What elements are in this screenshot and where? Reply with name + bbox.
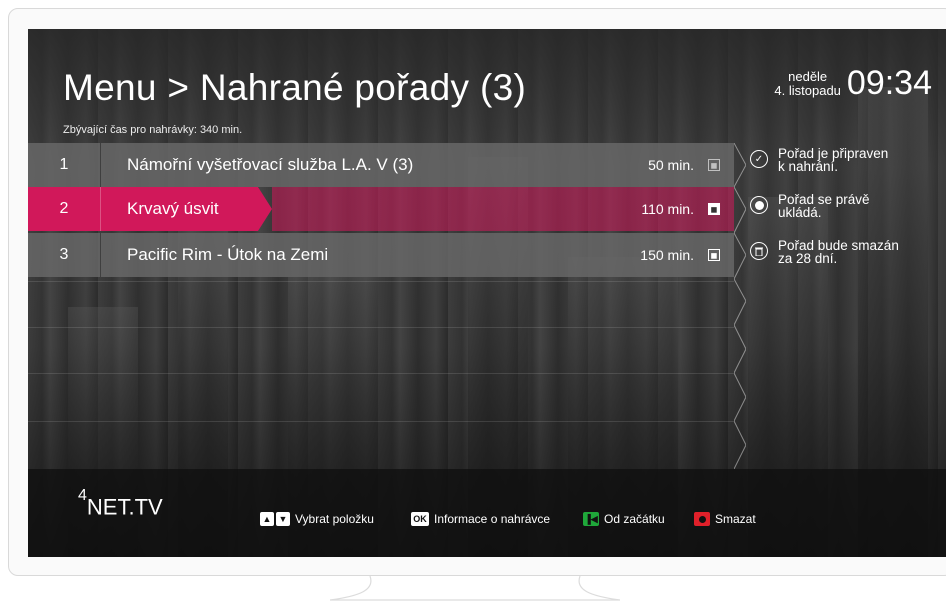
hint-delete: Smazat (694, 512, 756, 526)
record-status-icon: ◼ (708, 159, 720, 171)
record-status-icon: ◼ (708, 203, 720, 215)
row-number: 3 (59, 246, 69, 263)
divider (28, 373, 734, 374)
legend-recording: Pořad se právě ukládá. (750, 193, 946, 219)
divider (28, 421, 734, 422)
legend-delete: Pořad bude smazán za 28 dní. (750, 239, 946, 265)
row-number: 2 (59, 200, 69, 217)
hint-info: OK Informace o nahrávce (411, 512, 550, 526)
red-key-icon (694, 512, 710, 526)
hint-select: ▲ ▼ Vybrat položku (260, 512, 374, 526)
hint-start: ▐◀ Od začátku (583, 512, 665, 526)
green-key-icon: ▐◀ (583, 512, 599, 526)
recording-row-2[interactable]: 2 Krvavý úsvit 110 min. ◼ (28, 187, 734, 231)
recording-duration: 110 min. (641, 201, 694, 217)
record-status-icon: ◼ (708, 249, 720, 261)
legend-ready: ✓ Pořad je připraven k nahrání. (750, 147, 946, 173)
legend-line: ukládá. (778, 205, 822, 220)
page-title: Menu > Nahrané pořady (3) (63, 67, 527, 108)
logo: 4NET.TV (78, 487, 163, 520)
clock: 09:34 (846, 64, 932, 102)
arrow-down-icon: ▼ (276, 512, 290, 526)
logo-superscript: 4 (78, 487, 87, 504)
trash-circle-icon (750, 242, 768, 260)
recording-duration: 50 min. (648, 157, 694, 173)
ok-key-icon: OK (411, 512, 429, 526)
date-label: 4. listopadu (774, 82, 841, 98)
divider (28, 327, 734, 328)
recording-row-1[interactable]: 1 Námořní vyšetřovací služba L.A. V (3) … (28, 143, 734, 187)
legend-line: za 28 dní. (778, 251, 838, 266)
date-time: neděle 4. listopadu 09:34 (774, 64, 932, 103)
day-label: neděle (788, 68, 828, 84)
recording-title: Krvavý úsvit (127, 199, 219, 218)
hint-label: Od začátku (604, 512, 665, 526)
legend-line: k nahrání. (778, 159, 839, 174)
recording-title: Námořní vyšetřovací služba L.A. V (3) (127, 155, 414, 174)
legend-text: Pořad je připraven k nahrání. (778, 147, 888, 174)
legend-text: Pořad se právě ukládá. (778, 193, 870, 220)
hint-label: Informace o nahrávce (434, 512, 551, 526)
legend-text: Pořad bude smazán za 28 dní. (778, 239, 899, 266)
remaining-time: Zbývající čas pro nahrávky: 340 min. (63, 124, 243, 136)
date: neděle 4. listopadu (774, 68, 841, 98)
tv-screen: Menu > Nahrané pořady (3) Zbývající čas … (28, 29, 946, 557)
recording-title: Pacific Rim - Útok na Zemi (127, 245, 329, 264)
chevron-separator (734, 143, 746, 469)
recording-row-3[interactable]: 3 Pacific Rim - Útok na Zemi 150 min. ◼ (28, 233, 734, 277)
recording-duration: 150 min. (640, 247, 694, 263)
check-circle-icon: ✓ (750, 150, 768, 168)
hint-label: Smazat (715, 512, 756, 526)
record-dot-icon (750, 196, 768, 214)
tv-stand (330, 576, 620, 601)
footer-bar: 4NET.TV ▲ ▼ Vybrat položku OK Informace … (28, 469, 946, 557)
row-number: 1 (59, 156, 69, 173)
arrow-up-icon: ▲ (260, 512, 274, 526)
logo-text: NET.TV (86, 494, 163, 520)
divider (28, 281, 734, 282)
hint-label: Vybrat položku (295, 512, 374, 526)
